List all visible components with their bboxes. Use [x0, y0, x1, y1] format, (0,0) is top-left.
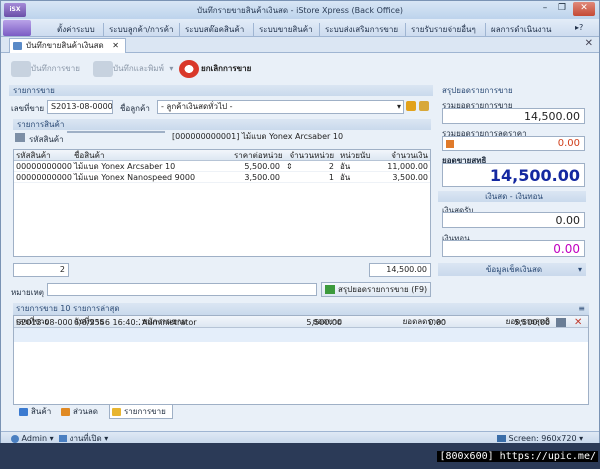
- net-value: 14,500.00: [442, 163, 585, 187]
- customer-label: ชื่อลูกค้า: [120, 104, 150, 113]
- note-label: หมายเหตุ: [11, 288, 44, 297]
- recent-sales-header: รายการขาย 10 รายการล่าสุด ≡: [13, 303, 589, 315]
- save-sale-button[interactable]: บันทึกการขาย: [11, 59, 80, 79]
- cancel-sale-button[interactable]: ยกเลิกการขาย: [179, 59, 251, 79]
- items-section-header: รายการสินค้า: [13, 119, 431, 130]
- items-grid: รหัสสินค้า ชื่อสินค้า ราคาต่อหน่วย จำนวน…: [13, 149, 431, 257]
- menu-performance[interactable]: ผลการดำเนินงาน: [485, 23, 551, 36]
- menu-stock[interactable]: ระบบสต๊อคสินค้า: [179, 23, 244, 36]
- doc-no-field[interactable]: S2013-08-000002: [47, 100, 113, 114]
- window-icon: [59, 435, 67, 442]
- menu-income-expense[interactable]: รายรับรายจ่ายอื่นๆ: [405, 23, 476, 36]
- user-icon: [11, 434, 19, 443]
- total-amount: 14,500.00: [369, 263, 431, 277]
- save-print-button[interactable]: บันทึกและพิมพ์ ▾: [93, 59, 173, 79]
- discount-icon: [446, 140, 454, 148]
- bottom-tabs: สินค้า ส่วนลด รายการขาย: [13, 405, 589, 419]
- print-icon[interactable]: [556, 318, 566, 327]
- maximize-button[interactable]: ❐: [554, 2, 570, 16]
- save-icon: [11, 61, 31, 77]
- table-row[interactable]: 000000000001 ไม้แบด Yonex Arcsaber 10 5,…: [14, 161, 430, 172]
- customer-select[interactable]: - ลูกค้าเงินสดทั่วไป - ▾: [157, 100, 404, 114]
- watermark: [800x600] https://upic.me/: [437, 451, 598, 462]
- tab-sales[interactable]: รายการขาย: [109, 405, 173, 419]
- printer-icon: [93, 61, 113, 77]
- cash-received-input[interactable]: 0.00: [442, 212, 585, 228]
- window-close-icon[interactable]: ✕: [585, 38, 593, 49]
- main-window: iSX บันทึกรายขายสินค้าเงินสด - iStore Xp…: [0, 0, 600, 469]
- menu-scroll-right-icon[interactable]: ▸?: [575, 23, 583, 32]
- document-icon: [13, 42, 22, 50]
- menu-sales[interactable]: ระบบขายสินค้า: [253, 23, 313, 36]
- menu-settings[interactable]: ตั้งค่าระบบ: [57, 23, 95, 36]
- calculator-icon: [325, 285, 335, 294]
- tab-products[interactable]: สินค้า: [17, 405, 51, 419]
- note-input[interactable]: [47, 283, 317, 296]
- tab-cash-sale-label: บันทึกขายสินค้าเงินสด: [26, 41, 104, 50]
- summary-button[interactable]: สรุปยอดรายการขาย (F9): [321, 282, 431, 297]
- chevron-down-icon: ▾: [169, 64, 174, 73]
- tab-discounts[interactable]: ส่วนลด: [59, 405, 98, 419]
- monitor-icon: [497, 435, 506, 442]
- product-code-input[interactable]: [67, 131, 165, 133]
- collapse-icon[interactable]: ≡: [578, 303, 585, 315]
- doc-no-label: เลขที่ขาย: [11, 104, 45, 113]
- close-button[interactable]: ✕: [573, 2, 595, 16]
- change-value: 0.00: [442, 240, 585, 257]
- summary-header: สรุปยอดรายการขาย: [442, 86, 513, 95]
- recent-sales-grid: เลขที่ขาย วันที่ขาย พนักงานขาย ยอดขาย ยอ…: [13, 315, 589, 405]
- quantity-stepper[interactable]: ⇕: [284, 161, 294, 172]
- chevron-down-icon[interactable]: ▾: [397, 101, 401, 113]
- delete-icon[interactable]: ✕: [574, 317, 582, 328]
- gross-value: 14,500.00: [442, 108, 585, 124]
- minimize-button[interactable]: –: [537, 2, 553, 16]
- table-row[interactable]: 000000000002 ไม้แบด Yonex Nanospeed 9000…: [14, 172, 430, 183]
- menu-bar: ตั้งค่าระบบ ระบบลูกค้า/การค้า ระบบสต๊อคส…: [1, 19, 599, 37]
- customer-search-icon[interactable]: [406, 101, 416, 111]
- app-menu-button[interactable]: [3, 20, 31, 36]
- stop-icon: [179, 60, 199, 78]
- tab-cash-sale[interactable]: บันทึกขายสินค้าเงินสด ✕: [9, 38, 126, 53]
- chevron-down-icon: ▾: [577, 265, 582, 274]
- title-bar: iSX บันทึกรายขายสินค้าเงินสด - iStore Xp…: [1, 1, 599, 19]
- table-row[interactable]: S2013-08-000001 6/8/2556 16:40:29 Admini…: [14, 317, 588, 342]
- customer-add-icon[interactable]: [419, 101, 429, 111]
- cash-section-header: เงินสด - เงินทอน: [438, 191, 586, 202]
- total-quantity: 2: [13, 263, 69, 277]
- menu-promotion[interactable]: ระบบส่งเสริมการขาย: [319, 23, 398, 36]
- product-lookup-text: [000000000001] ไม้แบด Yonex Arcsaber 10: [172, 132, 344, 141]
- tab-close-icon[interactable]: ✕: [112, 41, 119, 50]
- document-tabs: บันทึกขายสินค้าเงินสด ✕ ✕: [1, 37, 599, 53]
- product-code-label: รหัสสินค้า: [29, 135, 64, 144]
- cheque-info-toggle[interactable]: ข้อมูลเช็คเงินสด ▾: [438, 263, 586, 276]
- menu-customers[interactable]: ระบบลูกค้า/การค้า: [103, 23, 174, 36]
- discount-value: 0.00: [442, 136, 585, 151]
- barcode-icon: [15, 133, 25, 142]
- box-icon: [19, 408, 28, 416]
- sale-section-header: รายการขาย: [9, 85, 433, 96]
- folder-icon: [112, 408, 121, 416]
- discount-icon: [61, 408, 70, 416]
- items-grid-header: รหัสสินค้า ชื่อสินค้า ราคาต่อหน่วย จำนวน…: [14, 150, 430, 161]
- toolbar: บันทึกการขาย บันทึกและพิมพ์ ▾ ยกเลิกการข…: [5, 56, 429, 80]
- window-title: บันทึกรายขายสินค้าเงินสด - iStore Xpress…: [196, 6, 404, 15]
